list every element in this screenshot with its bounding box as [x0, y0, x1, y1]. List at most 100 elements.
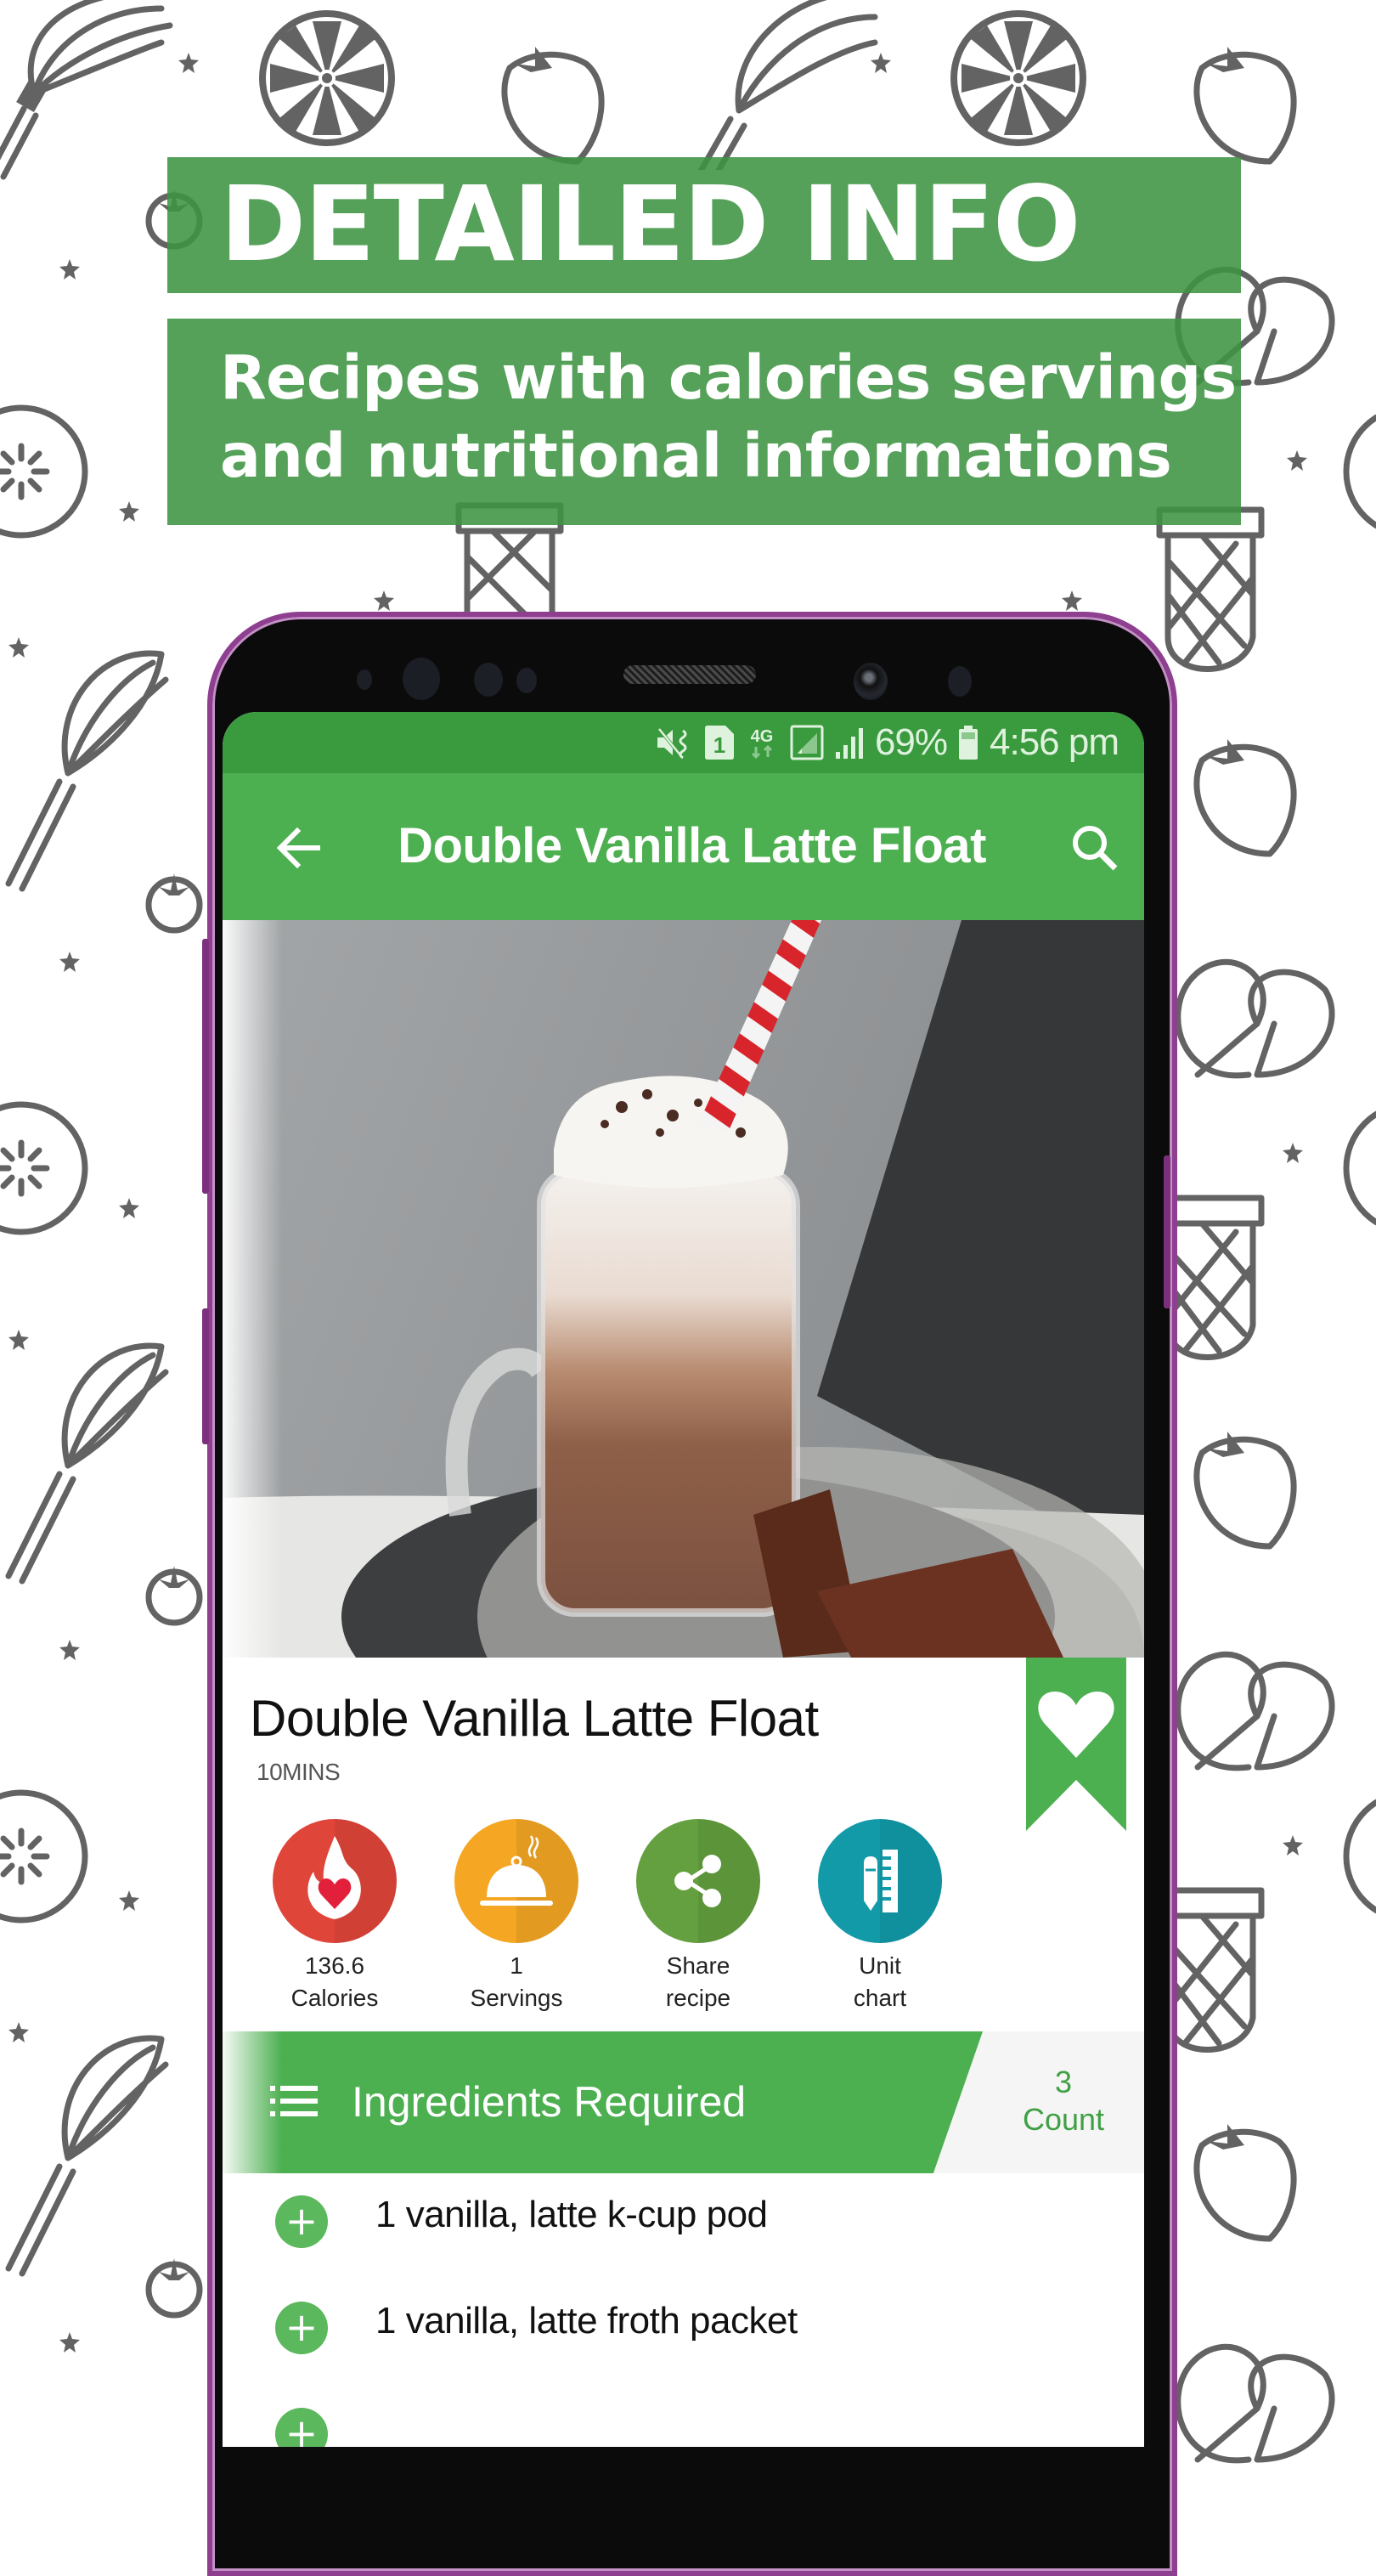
unit-chart-line-1: Unit — [859, 1952, 901, 1979]
share-badge — [636, 1819, 760, 1943]
flame-heart-icon — [307, 1836, 361, 1919]
plus-icon: + — [285, 2304, 319, 2350]
citrus-slice-illustration — [259, 10, 395, 146]
star-decoration — [119, 501, 139, 522]
whisk-illustration — [697, 0, 878, 170]
wifi-signal-box-icon — [790, 725, 824, 760]
recipe-stats: 136.6 Calories 1 Servings Share recipe U… — [267, 1819, 1014, 2023]
ingredient-text: 1 vanilla, latte froth packet — [375, 2300, 798, 2342]
star-decoration — [8, 2022, 29, 2042]
sensor — [516, 668, 537, 693]
bookmark-heart-icon — [1026, 1658, 1126, 1831]
status-bar: 1 4G 69% 4:56 pm — [223, 712, 1144, 773]
kiwi-illustration — [0, 404, 88, 539]
add-ingredient-button[interactable]: + — [275, 2302, 328, 2354]
servings-stat[interactable]: 1 Servings — [448, 1819, 584, 2014]
unit-chart-label: Unit chart — [812, 1950, 948, 2014]
star-decoration — [119, 1198, 139, 1218]
battery-icon — [959, 726, 978, 760]
kiwi-illustration — [1343, 1799, 1376, 1914]
share-line-1: Share — [666, 1952, 730, 1979]
ingredients-count-label: Count — [1022, 2102, 1105, 2137]
mute-vibrate-icon — [656, 726, 693, 760]
app-screen: 1 4G 69% 4:56 pm Double Vanilla Latte Fl… — [223, 712, 1144, 2447]
ingredients-title: Ingredients Required — [352, 2078, 747, 2126]
ingredients-count-value: 3 — [1054, 2065, 1073, 2099]
pretzel-illustration — [1175, 1651, 1335, 1771]
add-ingredient-button[interactable]: + — [275, 2408, 328, 2447]
promo-subline-banner: Recipes with calories servings and nutri… — [167, 319, 1241, 525]
pretzel-illustration — [1175, 958, 1335, 1079]
clock: 4:56 pm — [990, 721, 1119, 763]
unit-chart-badge — [818, 1819, 942, 1943]
star-decoration — [1283, 1143, 1303, 1163]
ruler-pencil-icon — [864, 1850, 898, 1912]
star-decoration — [8, 637, 29, 658]
promo-subline: Recipes with calories servings and nutri… — [220, 339, 1237, 495]
earpiece-speaker — [623, 665, 756, 684]
servings-caption: Servings — [470, 1985, 563, 2011]
add-ingredient-button[interactable]: + — [275, 2195, 328, 2248]
plus-icon: + — [285, 2198, 319, 2244]
servings-badge — [454, 1819, 578, 1943]
star-decoration — [119, 1890, 139, 1911]
iris-scanner — [403, 658, 440, 700]
favorite-bookmark-button[interactable] — [1026, 1658, 1126, 1831]
calories-caption: Calories — [290, 1985, 379, 2011]
svg-text:1: 1 — [713, 732, 725, 758]
kiwi-illustration — [0, 1101, 88, 1235]
share-label: Share recipe — [630, 1950, 766, 2014]
plus-icon: + — [285, 2410, 319, 2447]
strawberry-illustration — [501, 47, 605, 165]
unit-chart-button[interactable]: Unit chart — [812, 1819, 948, 2014]
ingredients-header: Ingredients Required 3 Count — [223, 2031, 1144, 2173]
star-decoration — [59, 952, 80, 972]
share-icon — [674, 1855, 721, 1907]
servings-value: 1 — [510, 1952, 523, 1979]
star-decoration — [59, 1640, 80, 1660]
share-recipe-button[interactable]: Share recipe — [630, 1819, 766, 2014]
ingredient-item: + 1 vanilla, latte froth packet — [223, 2279, 1144, 2381]
pretzel-illustration — [1175, 2343, 1335, 2464]
promo-subline-line-1: Recipes with calories servings — [220, 342, 1237, 413]
star-decoration — [1062, 590, 1082, 611]
star-decoration — [871, 53, 891, 73]
sensor — [948, 666, 972, 697]
star-decoration — [374, 590, 394, 611]
4g-data-icon: 4G — [746, 725, 778, 760]
strawberry-illustration — [1193, 1432, 1297, 1550]
serving-cloche-icon — [480, 1835, 553, 1906]
ingredient-text: 1 vanilla, latte k-cup pod — [375, 2194, 768, 2235]
app-bar: Double Vanilla Latte Float — [223, 773, 1144, 920]
oven-mitt-illustration — [1156, 506, 1265, 672]
ingredients-count: 3 Count — [987, 2064, 1140, 2138]
recipe-photo — [223, 920, 1144, 1658]
star-decoration — [59, 2332, 80, 2353]
strawberry-illustration — [1193, 739, 1297, 857]
share-line-2: recipe — [665, 1985, 731, 2011]
calories-badge — [273, 1819, 397, 1943]
ingredient-item: + 1 vanilla, latte k-cup pod — [223, 2173, 1144, 2275]
phone-side-button — [202, 939, 209, 1194]
servings-label: 1 Servings — [448, 1950, 584, 2014]
tomato-illustration — [145, 2258, 203, 2319]
list-icon — [270, 2086, 318, 2116]
svg-text:4G: 4G — [751, 727, 774, 746]
calories-label: 136.6 Calories — [267, 1950, 403, 2014]
phone-side-button — [1164, 1155, 1170, 1308]
ingredient-item: + — [223, 2386, 1144, 2447]
tomato-illustration — [145, 873, 203, 934]
star-decoration — [178, 53, 199, 73]
star-decoration — [8, 1330, 29, 1350]
proximity-sensor — [357, 669, 372, 690]
calories-stat[interactable]: 136.6 Calories — [267, 1819, 403, 2014]
calories-value: 136.6 — [304, 1952, 365, 1979]
search-button[interactable] — [1069, 822, 1120, 873]
star-decoration — [59, 259, 80, 280]
promo-headline-banner: DETAILED INFO — [167, 157, 1241, 293]
strawberry-illustration — [1193, 47, 1297, 165]
kiwi-illustration — [0, 1789, 88, 1924]
star-decoration — [1287, 450, 1307, 471]
front-camera — [854, 663, 888, 700]
kiwi-illustration — [1343, 414, 1376, 529]
